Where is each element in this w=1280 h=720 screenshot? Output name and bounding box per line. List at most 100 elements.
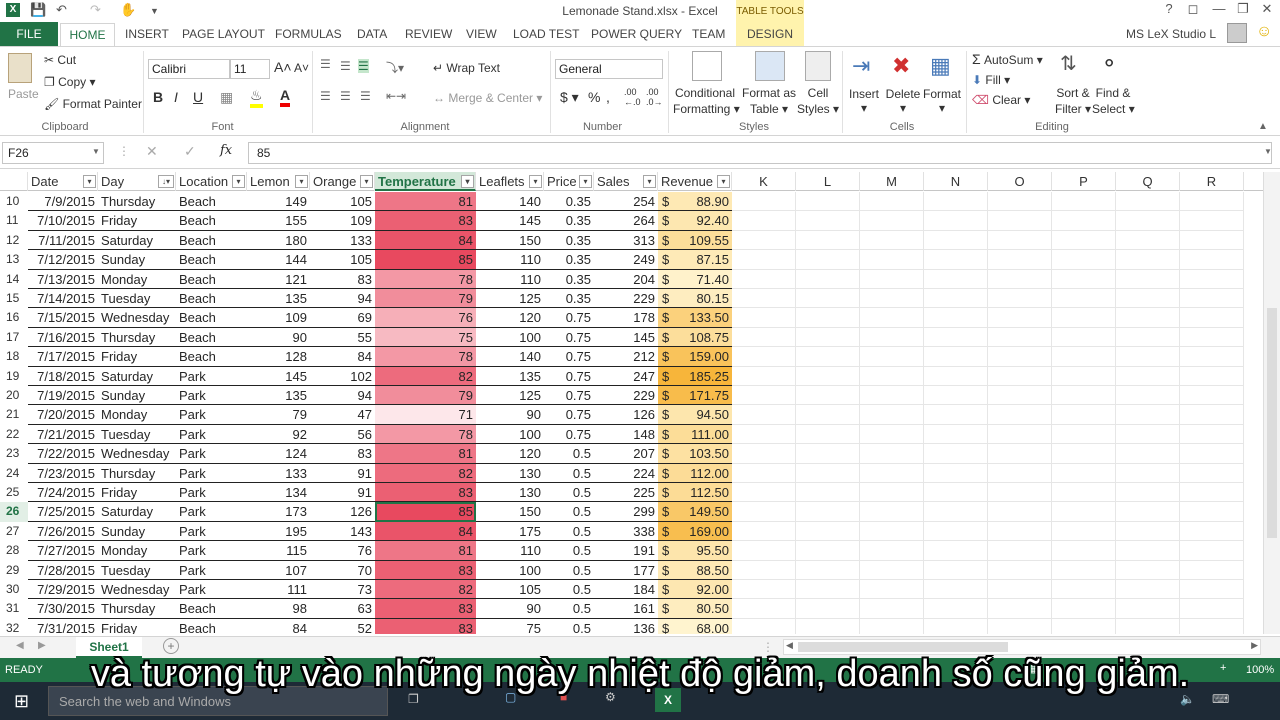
empty-cell[interactable] <box>1052 327 1116 348</box>
empty-cell[interactable] <box>860 289 924 309</box>
help-button[interactable]: ? <box>1156 1 1182 21</box>
cell-day[interactable]: Sunday <box>98 250 176 270</box>
empty-cell[interactable] <box>924 347 988 367</box>
cell-leaf[interactable]: 105 <box>476 580 544 600</box>
row-number[interactable]: 16 <box>0 308 28 328</box>
row-number[interactable]: 21 <box>0 405 28 425</box>
empty-cell[interactable] <box>924 502 988 522</box>
empty-cell[interactable] <box>860 250 924 270</box>
number-format-select[interactable]: General <box>555 59 663 79</box>
cell-leaf[interactable]: 135 <box>476 367 544 386</box>
empty-cell[interactable] <box>988 327 1052 348</box>
empty-cell[interactable] <box>924 424 988 445</box>
empty-cell[interactable] <box>1180 483 1244 503</box>
cell-day[interactable]: Saturday <box>98 231 176 251</box>
row-number[interactable]: 29 <box>0 560 28 580</box>
empty-cell[interactable] <box>1052 211 1116 231</box>
empty-cell[interactable] <box>988 386 1052 406</box>
cell-price[interactable]: 0.5 <box>544 483 594 503</box>
cell-lemon[interactable]: 180 <box>247 231 310 251</box>
row-number[interactable]: 12 <box>0 230 28 251</box>
cell-temp[interactable]: 76 <box>375 308 476 328</box>
cell-temp[interactable]: 83 <box>375 211 476 231</box>
filter-dropdown-icon[interactable]: ▾ <box>295 175 308 188</box>
comma-style-icon[interactable]: , <box>606 89 610 105</box>
insert-button[interactable]: Insert ▾ <box>848 87 880 115</box>
empty-cell[interactable] <box>732 483 796 503</box>
cell-day[interactable]: Tuesday <box>98 425 176 445</box>
cell-price[interactable]: 0.5 <box>544 561 594 580</box>
empty-cell[interactable] <box>1052 541 1116 561</box>
empty-cell[interactable] <box>924 463 988 483</box>
empty-cell[interactable] <box>1116 269 1180 289</box>
empty-cell[interactable] <box>732 269 796 289</box>
cell-sales[interactable]: 212 <box>594 347 658 367</box>
cell-temp[interactable]: 78 <box>375 424 476 445</box>
row-number[interactable]: 25 <box>0 483 28 503</box>
cell-day[interactable]: Monday <box>98 541 176 561</box>
cell-day[interactable]: Monday <box>98 405 176 425</box>
currency-format-icon[interactable]: $ ▾ <box>560 89 579 106</box>
empty-cell[interactable] <box>1052 308 1116 328</box>
empty-cell[interactable] <box>924 192 988 212</box>
empty-cell[interactable] <box>1180 192 1244 212</box>
cell-temp[interactable]: 79 <box>375 289 476 309</box>
cell-temp[interactable]: 79 <box>375 386 476 406</box>
scroll-right-icon[interactable]: ▶ <box>1251 640 1258 651</box>
cell-loc[interactable]: Park <box>176 522 247 542</box>
cell-sales[interactable]: 224 <box>594 464 658 483</box>
empty-cell[interactable] <box>860 269 924 289</box>
name-box[interactable]: F26 <box>2 142 104 164</box>
empty-cell[interactable] <box>1052 560 1116 580</box>
cell-loc[interactable]: Park <box>176 561 247 580</box>
row-number[interactable]: 26 <box>0 502 28 522</box>
empty-cell[interactable] <box>1116 580 1180 600</box>
cell-orange[interactable]: 63 <box>310 599 375 619</box>
cell-sales[interactable]: 299 <box>594 502 658 522</box>
confirm-entry-icon[interactable]: ✓ <box>184 143 196 160</box>
cell-lemon[interactable]: 107 <box>247 561 310 580</box>
cell-date[interactable]: 7/30/2015 <box>28 599 98 619</box>
column-header-day[interactable]: Day ↓▾ <box>98 172 176 191</box>
cell-orange[interactable]: 105 <box>310 250 375 270</box>
format-button[interactable]: Format ▾ <box>922 87 962 115</box>
cell-lemon[interactable]: 90 <box>247 328 310 348</box>
cell-loc[interactable]: Park <box>176 580 247 600</box>
cell-rev[interactable]: $94.50 <box>658 405 732 425</box>
paste-icon[interactable] <box>8 53 32 83</box>
empty-cell[interactable] <box>1052 192 1116 212</box>
cell-leaf[interactable]: 100 <box>476 328 544 348</box>
empty-cell[interactable] <box>1180 308 1244 328</box>
cell-sales[interactable]: 229 <box>594 386 658 406</box>
format-as-table-button[interactable]: Format as Table ▾ <box>740 85 798 117</box>
empty-cell[interactable] <box>732 424 796 445</box>
cell-rev[interactable]: $111.00 <box>658 424 732 445</box>
cell-orange[interactable]: 73 <box>310 580 375 600</box>
empty-cell[interactable] <box>860 483 924 503</box>
empty-cell[interactable] <box>1180 347 1244 367</box>
cell-temp[interactable]: 83 <box>375 560 476 580</box>
empty-cell[interactable] <box>988 347 1052 367</box>
cell-price[interactable]: 0.75 <box>544 347 594 367</box>
cell-rev[interactable]: $80.50 <box>658 599 732 619</box>
font-color-icon[interactable]: A <box>280 87 291 107</box>
font-name-select[interactable]: Calibri <box>148 59 230 79</box>
cell-lemon[interactable]: 134 <box>247 483 310 503</box>
empty-cell[interactable] <box>860 327 924 348</box>
empty-cell[interactable] <box>988 366 1052 386</box>
cell-leaf[interactable]: 150 <box>476 502 544 522</box>
cell-date[interactable]: 7/28/2015 <box>28 561 98 580</box>
row-number[interactable]: 19 <box>0 366 28 386</box>
fill-button[interactable]: ⬇ Fill ▾ <box>972 73 1010 87</box>
empty-cell[interactable] <box>1052 599 1116 619</box>
merge-center-button[interactable]: ↔ Merge & Center ▾ <box>433 91 542 105</box>
filter-dropdown-icon[interactable]: ▾ <box>232 175 245 188</box>
cell-orange[interactable]: 94 <box>310 289 375 309</box>
empty-cell[interactable] <box>1116 308 1180 328</box>
cell-temp[interactable]: 83 <box>375 599 476 619</box>
cell-orange[interactable]: 133 <box>310 231 375 251</box>
cell-day[interactable]: Friday <box>98 347 176 367</box>
empty-cell[interactable] <box>1052 230 1116 251</box>
cell-date[interactable]: 7/29/2015 <box>28 580 98 600</box>
align-left-icon[interactable]: ☰ <box>320 89 331 103</box>
